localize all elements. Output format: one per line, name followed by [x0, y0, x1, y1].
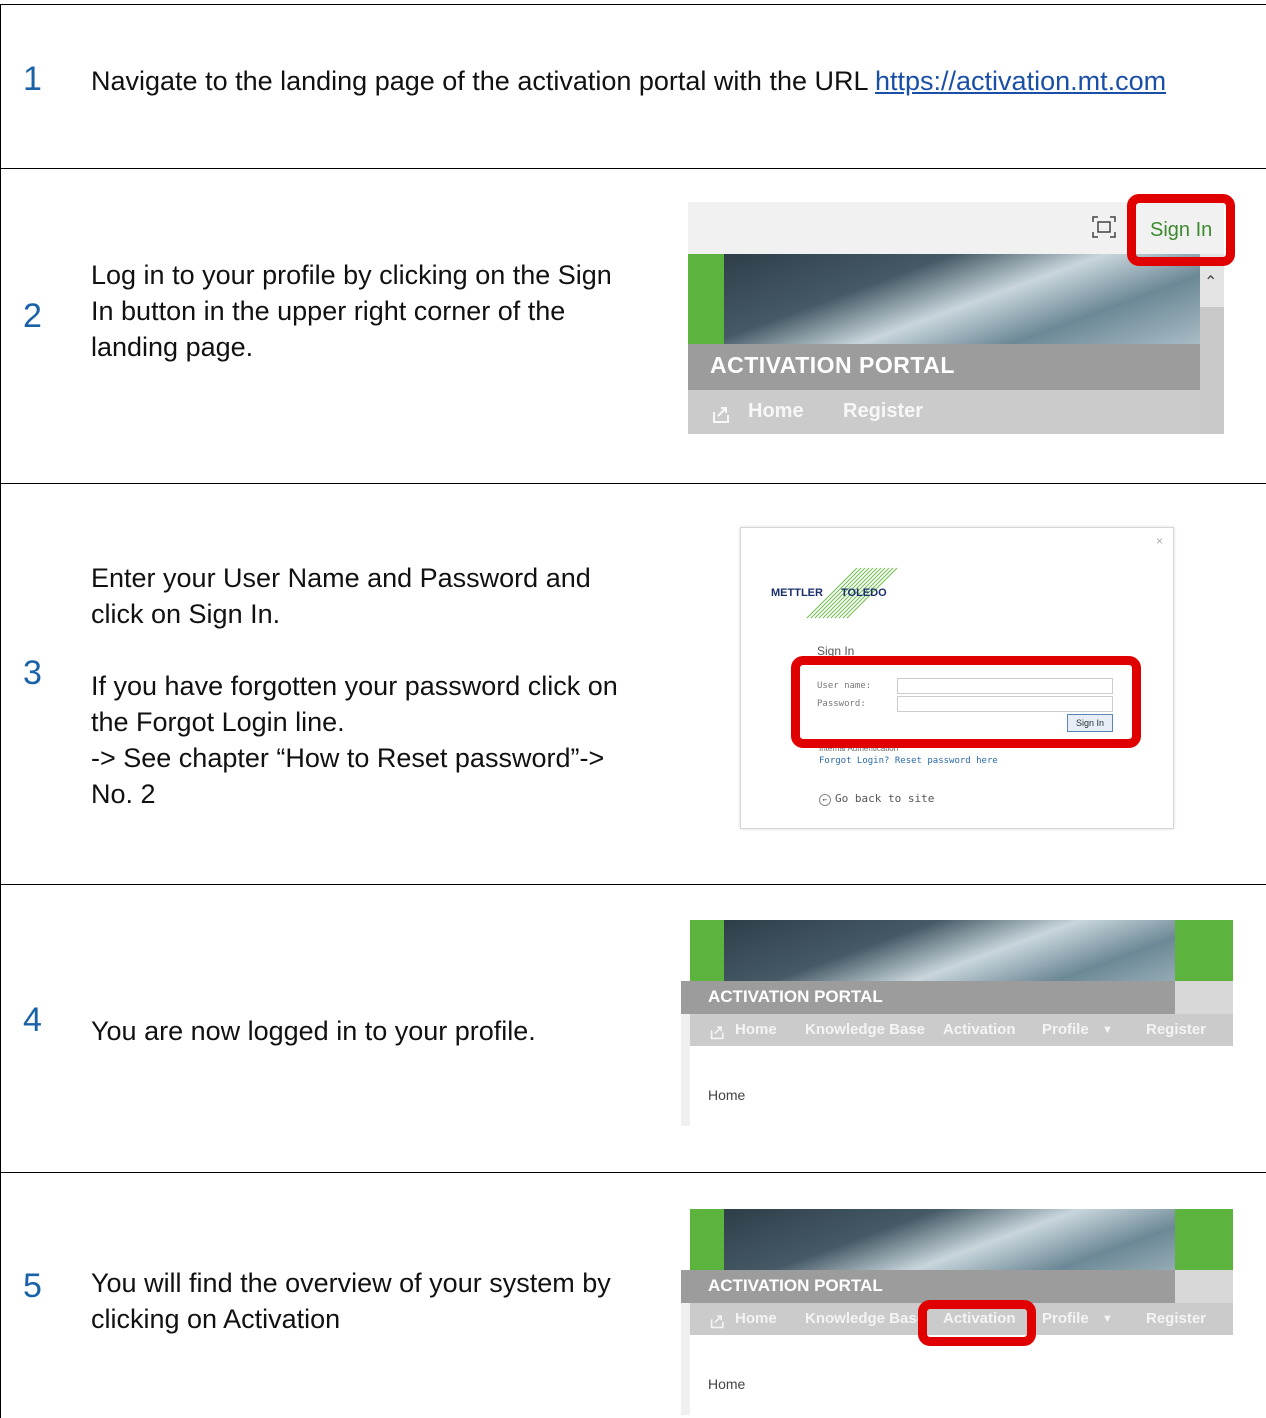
portal-url-link[interactable]: https://activation.mt.com	[875, 66, 1166, 96]
left-margin	[681, 1014, 690, 1126]
step-text: Navigate to the landing page of the acti…	[91, 66, 1167, 96]
title-bar-right	[1175, 981, 1233, 1014]
step-number: 3	[23, 654, 42, 692]
home-icon	[710, 1315, 724, 1329]
home-icon	[710, 1026, 724, 1040]
step-number: 4	[23, 1001, 42, 1039]
nav-register[interactable]: Register	[843, 400, 923, 423]
brand-green-strip	[690, 920, 724, 981]
step-number: 1	[23, 60, 42, 98]
brand-green-strip-right	[1175, 1209, 1233, 1270]
highlight-activation	[918, 1300, 1036, 1346]
nav-register[interactable]: Register	[1146, 1310, 1206, 1327]
step-text: Enter your User Name and Password and cl…	[91, 563, 618, 809]
portal-title: ACTIVATION PORTAL	[708, 1276, 883, 1295]
step-number: 2	[23, 297, 42, 335]
nav-register[interactable]: Register	[1146, 1021, 1206, 1038]
caret-down-icon[interactable]: ▼	[1102, 1024, 1113, 1036]
highlight-login-fields	[791, 656, 1141, 748]
breadcrumb[interactable]: Home	[708, 1087, 745, 1103]
title-bar-right	[1175, 1270, 1233, 1303]
nav-knowledge-base[interactable]: Knowledge Base	[805, 1310, 925, 1327]
step-text: You will find the overview of your syste…	[91, 1268, 611, 1334]
home-icon	[713, 407, 729, 423]
left-margin	[681, 1303, 690, 1415]
breadcrumb[interactable]: Home	[708, 1376, 745, 1392]
brand-green-strip	[688, 254, 724, 344]
logo-text-right: TOLEDO	[841, 587, 887, 599]
nav-profile[interactable]: Profile	[1042, 1310, 1089, 1327]
logo-text-left: METTLER	[771, 587, 823, 599]
highlight-sign-in	[1127, 194, 1235, 266]
forgot-login-link[interactable]: Forgot Login? Reset password here	[819, 756, 998, 766]
close-icon[interactable]: ×	[1156, 534, 1163, 548]
brand-green-strip	[690, 1209, 724, 1270]
mettler-toledo-logo: METTLER TOLEDO	[771, 567, 898, 619]
portal-title: ACTIVATION PORTAL	[708, 987, 883, 1006]
header-banner-image	[690, 1209, 1233, 1270]
caret-down-icon[interactable]: ▼	[1102, 1313, 1113, 1325]
step-text: You are now logged in to your profile.	[91, 1016, 536, 1046]
fullscreen-icon[interactable]	[1092, 216, 1116, 238]
header-banner-image	[688, 254, 1200, 344]
logged-in-screenshot: ACTIVATION PORTAL Home Knowledge Base Ac…	[681, 920, 1233, 1126]
scrollbar-thumb[interactable]	[1200, 307, 1224, 434]
chevron-up-icon[interactable]: ⌃	[1204, 272, 1217, 292]
nav-home[interactable]: Home	[735, 1310, 777, 1327]
nav-knowledge-base[interactable]: Knowledge Base	[805, 1021, 925, 1038]
nav-profile[interactable]: Profile	[1042, 1021, 1089, 1038]
go-back-link[interactable]: ← Go back to site	[819, 792, 934, 806]
step-1: 1 Navigate to the landing page of the ac…	[0, 4, 1266, 169]
step-text: Log in to your profile by clicking on th…	[91, 260, 612, 362]
nav-home[interactable]: Home	[748, 400, 804, 423]
step-number: 5	[23, 1267, 42, 1305]
nav-home[interactable]: Home	[735, 1021, 777, 1038]
brand-green-strip-right	[1175, 920, 1233, 981]
portal-title: ACTIVATION PORTAL	[710, 352, 955, 378]
nav-activation[interactable]: Activation	[943, 1021, 1016, 1038]
instruction-document: 1 Navigate to the landing page of the ac…	[0, 0, 1266, 1418]
back-arrow-icon: ←	[819, 794, 831, 806]
header-banner-image	[690, 920, 1233, 981]
